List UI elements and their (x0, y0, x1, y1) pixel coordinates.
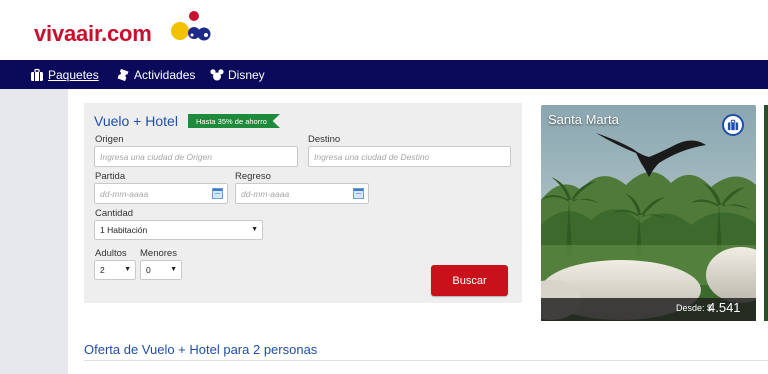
nav-item-disney[interactable]: Disney (210, 60, 265, 89)
price-label: Desde: $ (676, 303, 712, 313)
destination-photo (541, 105, 756, 321)
site-header: vivaair.com (0, 0, 768, 60)
adults-select[interactable]: 2 ▼ (94, 260, 136, 280)
adults-label: Adultos (95, 248, 127, 259)
mickey-icon (210, 68, 224, 80)
origin-input[interactable] (94, 146, 298, 167)
next-destination-card[interactable] (764, 105, 768, 321)
chevron-down-icon: ▼ (251, 226, 258, 233)
main-navbar: Paquetes Actividades Disney (0, 60, 768, 89)
offers-heading: Oferta de Vuelo + Hotel para 2 personas (84, 342, 318, 357)
logo-dots-icon (171, 11, 211, 41)
destination-input[interactable] (308, 146, 511, 167)
destination-label: Destino (308, 134, 341, 145)
destination-title: Santa Marta (548, 112, 619, 127)
adults-select-value: 2 (100, 265, 105, 275)
origin-label: Origen (95, 134, 124, 145)
promo-badge: Hasta 35% de ahorro (188, 114, 280, 128)
search-button[interactable]: Buscar (431, 265, 508, 296)
rooms-select-value: 1 Habitación (100, 225, 148, 235)
departure-label: Partida (95, 171, 126, 182)
nav-item-paquetes[interactable]: Paquetes (30, 60, 99, 89)
ticket-icon (117, 68, 129, 81)
chevron-down-icon: ▼ (170, 266, 177, 273)
minors-select-value: 0 (146, 265, 151, 275)
quantity-label: Cantidad (95, 208, 134, 219)
return-date-input[interactable] (235, 183, 369, 204)
rooms-select[interactable]: 1 Habitación ▼ (94, 220, 263, 240)
departure-date-input[interactable] (94, 183, 228, 204)
package-badge (722, 114, 744, 136)
calendar-icon[interactable] (212, 188, 223, 199)
panel-title: Vuelo + Hotel (94, 113, 178, 129)
price-value: 4.541 (708, 300, 741, 315)
suitcase-icon (727, 119, 739, 131)
nav-label-disney: Disney (228, 67, 265, 82)
logo-text: vivaair.com (34, 21, 152, 46)
left-gutter (0, 89, 68, 374)
price-prefix: Desde: (676, 303, 705, 313)
chevron-down-icon: ▼ (124, 266, 131, 273)
divider (84, 360, 768, 361)
suitcase-icon (31, 68, 43, 81)
nav-label-paquetes: Paquetes (48, 67, 99, 82)
minors-label: Menores (140, 248, 177, 259)
nav-item-actividades[interactable]: Actividades (116, 60, 195, 89)
nav-label-actividades: Actividades (134, 67, 196, 82)
destination-card[interactable] (541, 105, 756, 321)
return-label: Regreso (235, 171, 271, 182)
calendar-icon[interactable] (353, 188, 364, 199)
minors-select[interactable]: 0 ▼ (140, 260, 182, 280)
